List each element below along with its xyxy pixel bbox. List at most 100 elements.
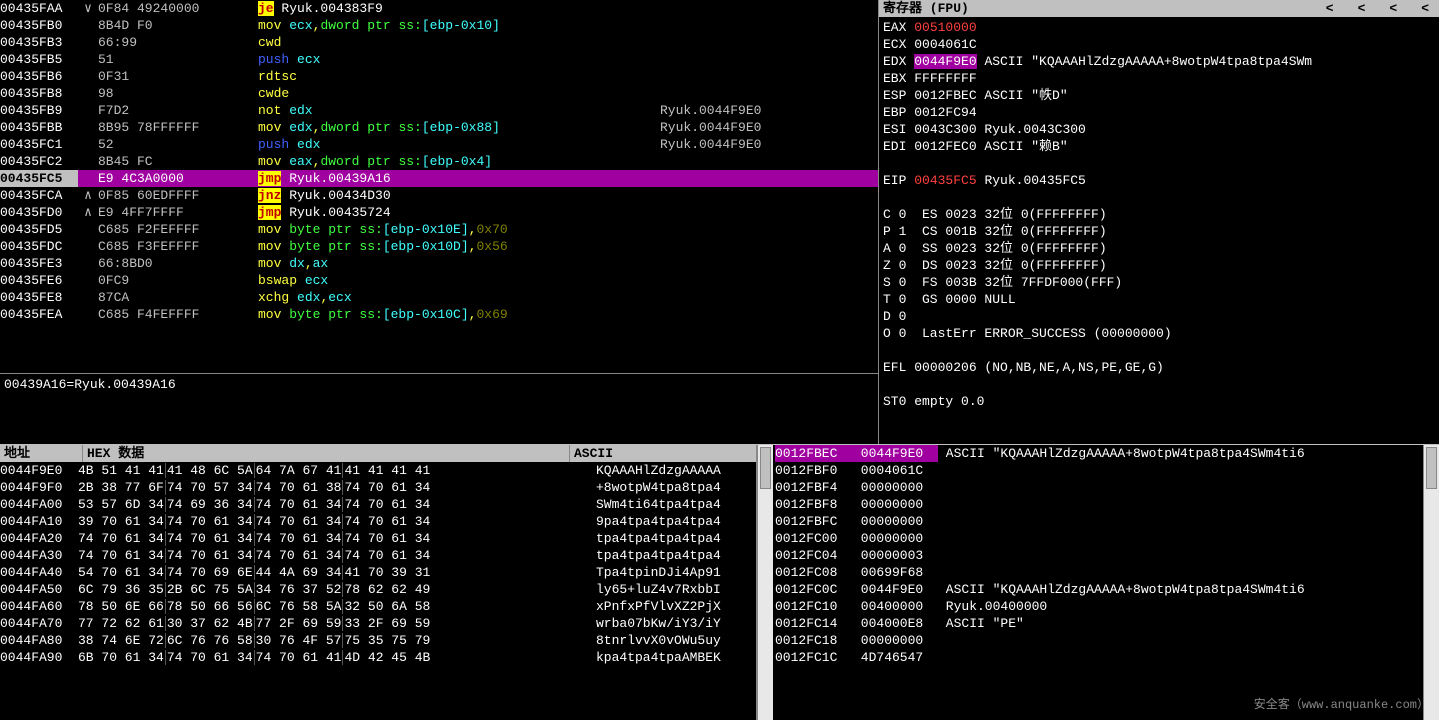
dump-col-address[interactable]: 地址 — [0, 445, 83, 462]
disasm-row[interactable]: 00435FE6 0FC9bswap ecx — [0, 272, 878, 289]
register-row[interactable]: S 0 FS 003B 32位 7FFDF000(FFF) — [883, 274, 1435, 291]
register-row[interactable]: O 0 LastErr ERROR_SUCCESS (00000000) — [883, 325, 1435, 342]
register-row[interactable] — [883, 342, 1435, 359]
register-row[interactable]: A 0 SS 0023 32位 0(FFFFFFFF) — [883, 240, 1435, 257]
dump-row[interactable]: 0044FA6078 50 6E 6678 50 66 566C 76 58 5… — [0, 598, 756, 615]
reg-nav-arrow[interactable]: < — [1421, 0, 1429, 17]
register-row[interactable]: T 0 GS 0000 NULL — [883, 291, 1435, 308]
instruction: rdtsc — [258, 68, 660, 85]
dump-row[interactable]: 0044FA2074 70 61 3474 70 61 3474 70 61 3… — [0, 530, 756, 547]
jump-arrow-icon — [78, 85, 98, 102]
dump-row[interactable]: 0044FA0053 57 6D 3474 69 36 3474 70 61 3… — [0, 496, 756, 513]
disasm-row[interactable]: 00435FCA∧0F85 60EDFFFFjnz Ryuk.00434D30 — [0, 187, 878, 204]
disasm-row[interactable]: 00435FD0∧E9 4FF7FFFFjmp Ryuk.00435724 — [0, 204, 878, 221]
registers-body[interactable]: EAX 00510000ECX 0004061CEDX 0044F9E0 ASC… — [879, 17, 1439, 444]
stack-scrollbar[interactable] — [1423, 445, 1439, 720]
disasm-row[interactable]: 00435FAA∨0F84 49240000je Ryuk.004383F9 — [0, 0, 878, 17]
register-row[interactable]: EBP 0012FC94 — [883, 104, 1435, 121]
disasm-row[interactable]: 00435FE8 87CAxchg edx,ecx — [0, 289, 878, 306]
reg-nav-arrow[interactable]: < — [1326, 0, 1334, 17]
stack-row[interactable]: 0012FC14 004000E8 ASCII "PE" — [775, 615, 1421, 632]
instruction: bswap ecx — [258, 272, 660, 289]
dump-hex: 2B 38 77 6F74 70 57 3474 70 61 3874 70 6… — [78, 479, 596, 496]
register-row[interactable]: ECX 0004061C — [883, 36, 1435, 53]
disasm-row[interactable]: 00435FB5 51push ecx — [0, 51, 878, 68]
register-row[interactable] — [883, 376, 1435, 393]
reg-nav-arrow[interactable]: < — [1389, 0, 1397, 17]
dump-body[interactable]: 0044F9E04B 51 41 4141 48 6C 5A64 7A 67 4… — [0, 462, 756, 666]
stack-row[interactable]: 0012FC08 00699F68 — [775, 564, 1421, 581]
dump-row[interactable]: 0044FA506C 79 36 352B 6C 75 5A34 76 37 5… — [0, 581, 756, 598]
disasm-row[interactable]: 00435FC5 E9 4C3A0000jmp Ryuk.00439A16 — [0, 170, 878, 187]
jump-arrow-icon — [78, 136, 98, 153]
disasm-row[interactable]: 00435FEA C685 F4FEFFFF mov byte ptr ss:[… — [0, 306, 878, 323]
address: 00435FB3 — [0, 34, 78, 51]
register-row[interactable]: EFL 00000206 (NO,NB,NE,A,NS,PE,GE,G) — [883, 359, 1435, 376]
stack-row[interactable]: 0012FC10 00400000 Ryuk.00400000 — [775, 598, 1421, 615]
stack-row[interactable]: 0012FC04 00000003 — [775, 547, 1421, 564]
register-row[interactable]: ESI 0043C300 Ryuk.0043C300 — [883, 121, 1435, 138]
bytes: F7D2 — [98, 102, 258, 119]
dump-col-hex[interactable]: HEX 数据 — [83, 445, 570, 462]
stack-row[interactable]: 0012FBF4 00000000 — [775, 479, 1421, 496]
dump-col-ascii[interactable]: ASCII — [570, 445, 756, 462]
reg-nav-arrow[interactable]: < — [1358, 0, 1366, 17]
stack-row[interactable]: 0012FC18 00000000 — [775, 632, 1421, 649]
register-row[interactable]: ESP 0012FBEC ASCII "帙D" — [883, 87, 1435, 104]
comment — [660, 221, 878, 238]
register-row[interactable]: EBX FFFFFFFF — [883, 70, 1435, 87]
jump-arrow-icon — [78, 221, 98, 238]
register-row[interactable]: Z 0 DS 0023 32位 0(FFFFFFFF) — [883, 257, 1435, 274]
disasm-row[interactable]: 00435FB6 0F31rdtsc — [0, 68, 878, 85]
register-row[interactable]: EIP 00435FC5 Ryuk.00435FC5 — [883, 172, 1435, 189]
disasm-row[interactable]: 00435FDC C685 F3FEFFFF mov byte ptr ss:[… — [0, 238, 878, 255]
stack-row[interactable]: 0012FBFC 00000000 — [775, 513, 1421, 530]
disasm-row[interactable]: 00435FE3 66:8BD0mov dx,ax — [0, 255, 878, 272]
stack-comment — [938, 649, 1421, 666]
dump-row[interactable]: 0044FA906B 70 61 3474 70 61 3474 70 61 4… — [0, 649, 756, 666]
comment: Ryuk.0044F9E0 — [660, 136, 878, 153]
register-row[interactable]: D 0 — [883, 308, 1435, 325]
stack-row[interactable]: 0012FBF0 0004061C — [775, 462, 1421, 479]
stack-row[interactable]: 0012FC00 00000000 — [775, 530, 1421, 547]
disassembly-view[interactable]: 00435FAA∨0F84 49240000je Ryuk.004383F900… — [0, 0, 878, 374]
comment — [660, 153, 878, 170]
disasm-row[interactable]: 00435FB9 F7D2not edxRyuk.0044F9E0 — [0, 102, 878, 119]
address: 00435FD5 — [0, 221, 78, 238]
disasm-row[interactable]: 00435FB8 98cwde — [0, 85, 878, 102]
disasm-row[interactable]: 00435FD5 C685 F2FEFFFF mov byte ptr ss:[… — [0, 221, 878, 238]
dump-row[interactable]: 0044FA7077 72 62 6130 37 62 4B77 2F 69 5… — [0, 615, 756, 632]
dump-row[interactable]: 0044FA8038 74 6E 726C 76 76 5830 76 4F 5… — [0, 632, 756, 649]
dump-hex: 4B 51 41 4141 48 6C 5A64 7A 67 4141 41 4… — [78, 462, 596, 479]
disasm-row[interactable]: 00435FB3 66:99cwd — [0, 34, 878, 51]
stack-row[interactable]: 0012FBF8 00000000 — [775, 496, 1421, 513]
stack-row[interactable]: 0012FC1C 4D746547 — [775, 649, 1421, 666]
register-row[interactable]: ST0 empty 0.0 — [883, 393, 1435, 410]
bytes: C685 F2FEFFFF — [98, 221, 258, 238]
dump-header[interactable]: 地址 HEX 数据 ASCII — [0, 445, 756, 462]
dump-row[interactable]: 0044F9E04B 51 41 4141 48 6C 5A64 7A 67 4… — [0, 462, 756, 479]
stack-row[interactable]: 0012FBEC 0044F9E0 ASCII "KQAAAHlZdzgAAAA… — [775, 445, 1421, 462]
stack-row[interactable]: 0012FC0C 0044F9E0 ASCII "KQAAAHlZdzgAAAA… — [775, 581, 1421, 598]
dump-hex: 74 70 61 3474 70 61 3474 70 61 3474 70 6… — [78, 547, 596, 564]
register-row[interactable]: C 0 ES 0023 32位 0(FFFFFFFF) — [883, 206, 1435, 223]
stack-body[interactable]: 0012FBEC 0044F9E0 ASCII "KQAAAHlZdzgAAAA… — [773, 445, 1423, 720]
dump-row[interactable]: 0044F9F02B 38 77 6F74 70 57 3474 70 61 3… — [0, 479, 756, 496]
register-row[interactable] — [883, 189, 1435, 206]
register-row[interactable]: EDX 0044F9E0 ASCII "KQAAAHlZdzgAAAAA+8wo… — [883, 53, 1435, 70]
disasm-row[interactable]: 00435FC1 52push edxRyuk.0044F9E0 — [0, 136, 878, 153]
register-row[interactable]: EAX 00510000 — [883, 19, 1435, 36]
register-row[interactable] — [883, 155, 1435, 172]
register-row[interactable]: EDI 0012FEC0 ASCII "赖B" — [883, 138, 1435, 155]
disasm-row[interactable]: 00435FC2 8B45 FCmov eax,dword ptr ss:[eb… — [0, 153, 878, 170]
disasm-row[interactable]: 00435FBB 8B95 78FFFFFFmov edx,dword ptr … — [0, 119, 878, 136]
disasm-row[interactable]: 00435FB0 8B4D F0mov ecx,dword ptr ss:[eb… — [0, 17, 878, 34]
register-row[interactable]: P 1 CS 001B 32位 0(FFFFFFFF) — [883, 223, 1435, 240]
instruction: push edx — [258, 136, 660, 153]
registers-title[interactable]: 寄存器 (FPU) < < < < — [879, 0, 1439, 17]
dump-row[interactable]: 0044FA3074 70 61 3474 70 61 3474 70 61 3… — [0, 547, 756, 564]
jump-arrow-icon — [78, 17, 98, 34]
dump-row[interactable]: 0044FA1039 70 61 3474 70 61 3474 70 61 3… — [0, 513, 756, 530]
dump-row[interactable]: 0044FA4054 70 61 3474 70 69 6E44 4A 69 3… — [0, 564, 756, 581]
dump-scrollbar[interactable] — [757, 445, 773, 720]
